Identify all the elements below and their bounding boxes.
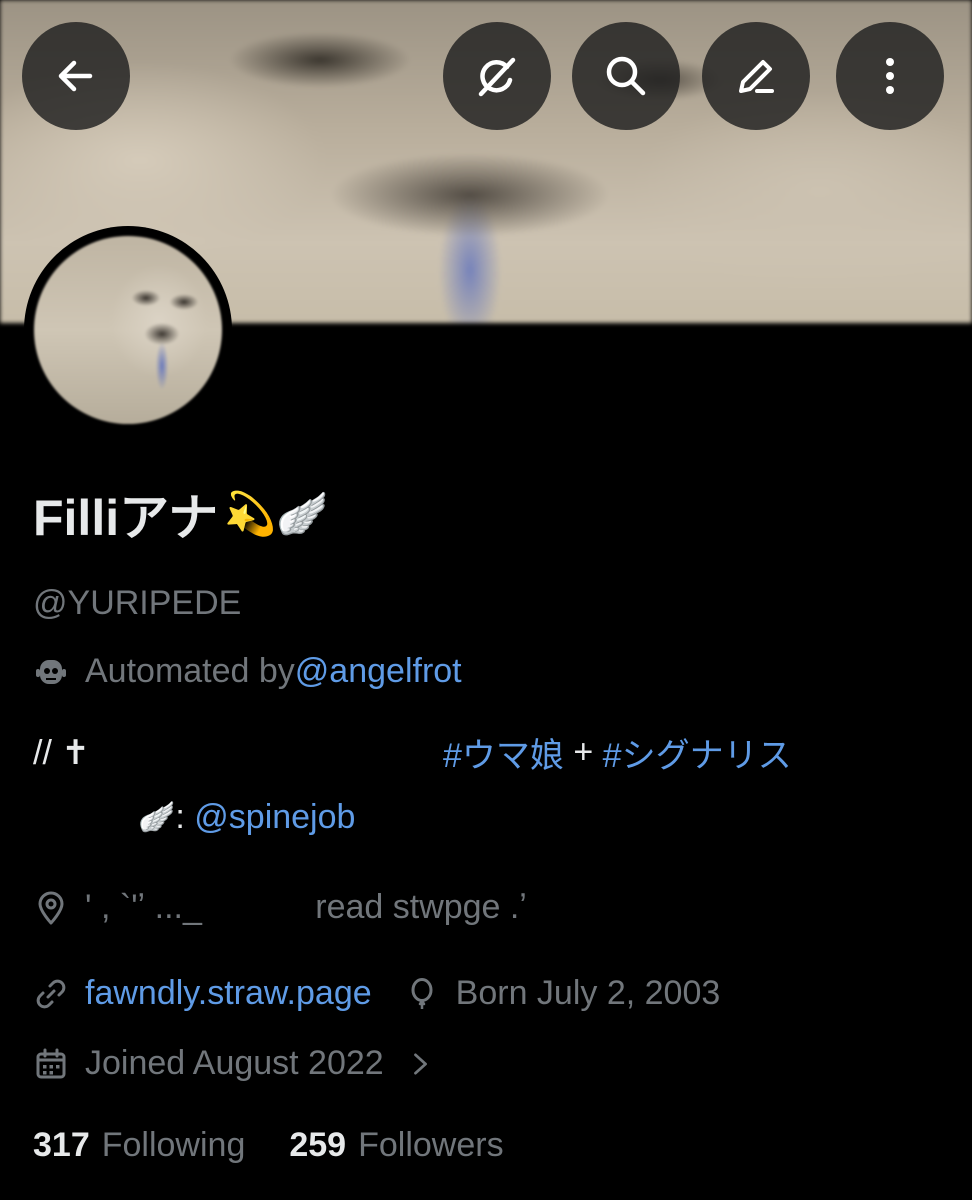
wing-emoji: 🪽 <box>138 801 176 834</box>
bio-separator: : <box>175 798 195 836</box>
hashtag-link[interactable]: #ウマ娘 <box>443 728 564 777</box>
mention-link[interactable]: @spinejob <box>194 798 355 837</box>
following-link[interactable]: 317 Following <box>33 1126 245 1165</box>
automated-label: Automated by <box>85 652 295 690</box>
search-icon <box>606 56 646 96</box>
automated-row: Automated by @angelfrot <box>33 652 462 691</box>
more-vertical-icon <box>886 58 894 94</box>
robot-icon <box>36 659 66 684</box>
edit-button[interactable] <box>702 22 810 130</box>
location-pin-icon <box>38 891 64 924</box>
grok-icon <box>478 57 516 97</box>
website-link[interactable]: fawndly.straw.page <box>85 974 372 1013</box>
birthday-text: Born July 2, 2003 <box>455 974 721 1012</box>
display-name-text: Filliアナ <box>33 490 219 546</box>
following-label: Following <box>101 1126 246 1164</box>
website-birthday-row: fawndly.straw.page Born July 2, 2003 <box>33 974 720 1013</box>
location-text: ' , `'ʼ ..._ read stwpge .ʼ <box>85 888 527 926</box>
joined-text: Joined August 2022 <box>85 1044 384 1082</box>
followers-label: Followers <box>358 1126 504 1164</box>
avatar[interactable] <box>24 226 232 434</box>
display-name: Filliアナ 💫🪽 <box>33 478 329 550</box>
hashtag-link[interactable]: #シグナリス <box>603 728 792 777</box>
calendar-icon <box>36 1048 66 1078</box>
bio-line-2: 🪽 : @spinejob <box>138 798 355 837</box>
edit-icon <box>739 60 774 93</box>
search-button[interactable] <box>572 22 680 130</box>
follow-stats: 317 Following 259 Followers <box>33 1126 504 1165</box>
bio-line-1: // ✝ #ウマ娘 + #シグナリス <box>33 728 933 777</box>
arrow-left-icon <box>58 60 93 92</box>
grok-button[interactable] <box>443 22 551 130</box>
bio-prefix: // ✝ <box>33 733 90 772</box>
joined-row[interactable]: Joined August 2022 <box>33 1044 432 1083</box>
user-handle: @YURIPEDE <box>33 584 242 622</box>
name-emoji: 💫🪽 <box>224 489 329 537</box>
automated-by-link[interactable]: @angelfrot <box>295 652 462 691</box>
location-row: ' , `'ʼ ..._ read stwpge .ʼ <box>33 888 527 927</box>
followers-count: 259 <box>289 1126 347 1164</box>
link-icon <box>36 979 66 1008</box>
followers-link[interactable]: 259 Followers <box>289 1126 503 1165</box>
back-button[interactable] <box>22 22 130 130</box>
bio-plus: + <box>563 733 603 771</box>
balloon-icon <box>411 977 433 1009</box>
avatar-image <box>34 236 222 424</box>
more-button[interactable] <box>836 22 944 130</box>
following-count: 317 <box>33 1126 90 1164</box>
chevron-right-icon <box>413 1052 427 1075</box>
